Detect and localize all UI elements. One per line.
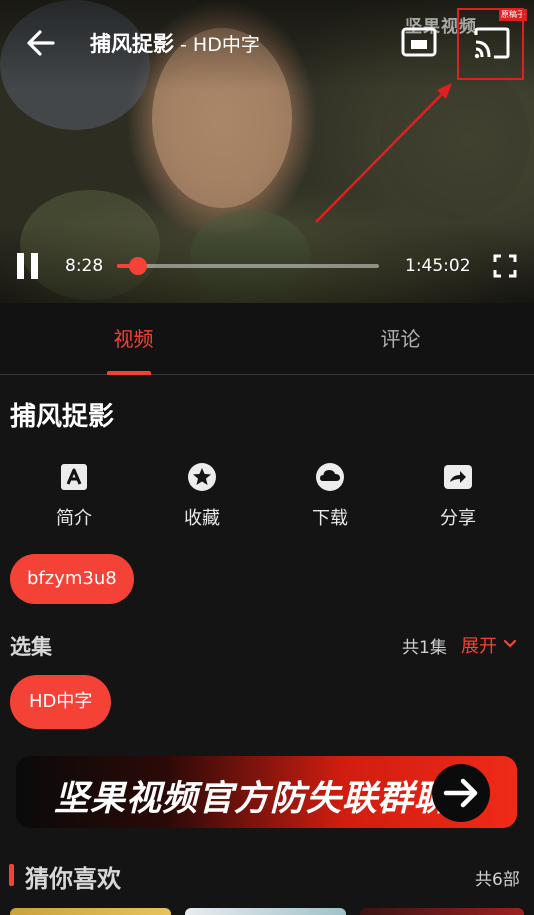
expand-button[interactable]: 展开 bbox=[461, 632, 497, 658]
recommend-thumbnail[interactable] bbox=[185, 908, 346, 915]
favorite-label: 收藏 bbox=[184, 508, 220, 529]
action-row: 简介 收藏 下载 分享 bbox=[0, 462, 534, 532]
video-title-main: 捕风捉影 bbox=[90, 32, 174, 56]
recommend-thumbnail[interactable] bbox=[360, 908, 524, 915]
share-icon bbox=[444, 465, 472, 489]
favorite-button[interactable]: 收藏 bbox=[152, 462, 252, 530]
video-title-sub: - HD中字 bbox=[174, 34, 260, 56]
episode-item[interactable]: HD中字 bbox=[10, 675, 112, 729]
cloud-download-icon bbox=[316, 463, 344, 491]
info-icon bbox=[61, 464, 87, 490]
episode-count: 共1集 bbox=[402, 638, 447, 658]
tab-video[interactable]: 视频 bbox=[0, 303, 267, 375]
time-current: 8:28 bbox=[65, 256, 104, 276]
intro-label: 简介 bbox=[56, 508, 92, 529]
pause-icon[interactable] bbox=[16, 253, 40, 279]
star-icon bbox=[188, 463, 216, 491]
fullscreen-icon[interactable] bbox=[493, 254, 517, 278]
picture-in-picture-icon[interactable] bbox=[401, 26, 437, 58]
section-accent-bar bbox=[9, 864, 14, 886]
download-label: 下载 bbox=[312, 508, 348, 529]
recommend-thumbnail[interactable] bbox=[10, 908, 171, 915]
video-player[interactable]: 坚果视频 原稿子 捕风捉影 - HD中字 8:28 1:45:02 bbox=[0, 0, 534, 303]
source-chip[interactable]: bfzym3u8 bbox=[10, 554, 134, 604]
recommend-count: 共6部 bbox=[475, 870, 520, 890]
tab-comments[interactable]: 评论 bbox=[267, 303, 534, 375]
share-label: 分享 bbox=[440, 508, 476, 529]
share-button[interactable]: 分享 bbox=[408, 462, 508, 530]
download-button[interactable]: 下载 bbox=[280, 462, 380, 530]
intro-button[interactable]: 简介 bbox=[24, 462, 124, 530]
arrow-left-icon[interactable] bbox=[24, 26, 58, 60]
arrow-right-icon bbox=[432, 764, 490, 822]
time-total: 1:45:02 bbox=[405, 256, 471, 276]
episodes-title: 选集 bbox=[10, 635, 52, 659]
chevron-down-icon[interactable] bbox=[503, 637, 517, 651]
progress-slider[interactable] bbox=[117, 257, 379, 275]
video-title: 捕风捉影 - HD中字 bbox=[90, 28, 260, 58]
tab-bar: 视频 评论 bbox=[0, 303, 534, 375]
recommend-title: 猜你喜欢 bbox=[25, 865, 121, 893]
cast-annotation-box bbox=[457, 8, 524, 80]
banner-text: 坚果视频官方防失联群聊 bbox=[54, 779, 451, 819]
promo-banner[interactable]: 坚果视频官方防失联群聊 bbox=[16, 756, 517, 828]
tab-indicator bbox=[107, 371, 151, 375]
show-title: 捕风捉影 bbox=[10, 402, 115, 432]
